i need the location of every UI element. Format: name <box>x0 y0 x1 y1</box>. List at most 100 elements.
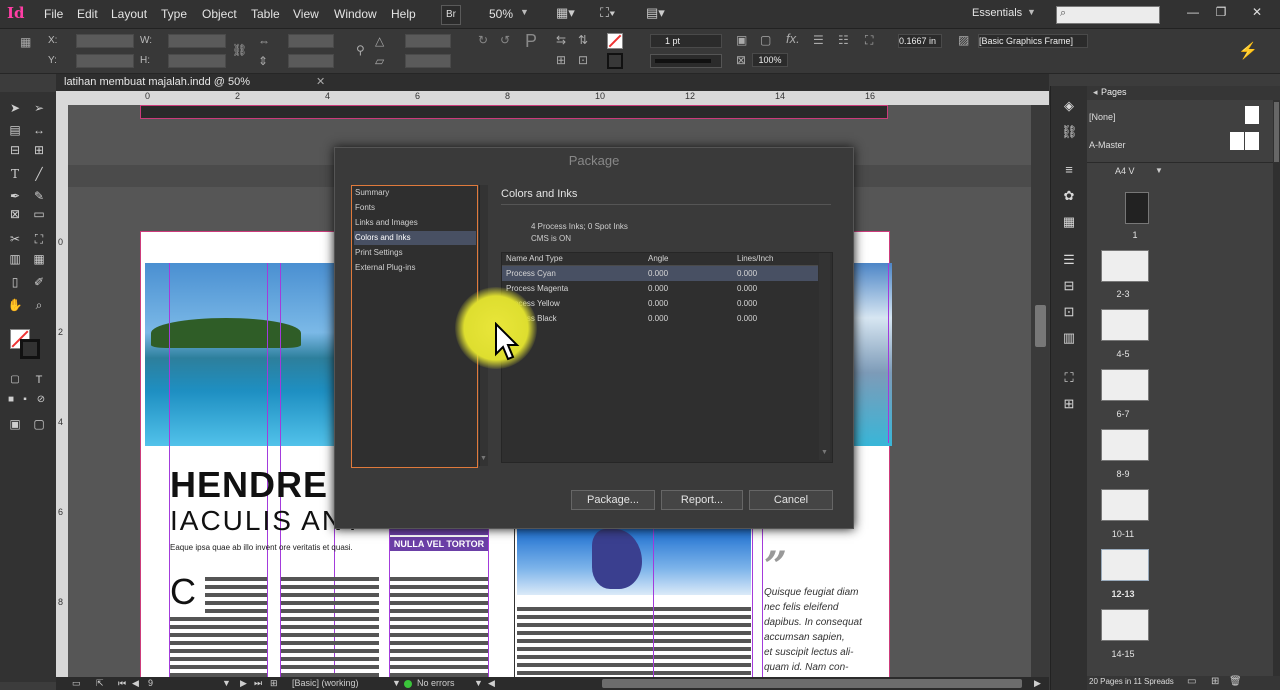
fill-swatch[interactable] <box>607 33 623 49</box>
body-text-column[interactable] <box>517 607 751 677</box>
table-row[interactable]: Process Cyan 0.000 0.000 <box>502 266 818 281</box>
minimize-button[interactable]: — <box>1180 3 1206 21</box>
table-row[interactable]: Process Yellow 0.000 0.000 <box>502 296 818 311</box>
paragraph-styles-icon[interactable]: ☰ <box>1061 252 1077 268</box>
gradient-tool-icon[interactable]: ▥ <box>6 251 24 267</box>
menu-type[interactable]: Type <box>161 7 187 21</box>
rectangle-frame-tool-icon[interactable]: ⊠ <box>6 206 24 222</box>
lightning-icon[interactable]: ⚡ <box>1238 41 1258 61</box>
zoom-tool-icon[interactable]: ⌕ <box>30 297 48 313</box>
menu-file[interactable]: File <box>44 7 63 21</box>
pages-scrollbar[interactable] <box>1273 100 1280 676</box>
distribute-icon[interactable]: ☷ <box>838 33 849 47</box>
line-tool-icon[interactable]: ╱ <box>30 166 48 182</box>
col-angle[interactable]: Angle <box>648 254 668 263</box>
text-wrap-panel-icon[interactable]: ⊡ <box>1061 304 1077 320</box>
reference-point-icon[interactable]: ▦ <box>20 35 31 49</box>
master-a-right-thumb[interactable] <box>1245 132 1259 150</box>
master-page-icon[interactable]: ⊞ <box>270 678 278 689</box>
chevron-down-icon[interactable]: ▼ <box>520 7 529 17</box>
master-a[interactable]: A-Master <box>1089 140 1126 150</box>
preflight-status[interactable]: No errors <box>417 678 455 688</box>
pull-quote[interactable]: Quisque feugiat diam nec felis eleifend … <box>764 585 874 675</box>
menu-help[interactable]: Help <box>391 7 416 21</box>
inks-scrollbar[interactable]: ▼ <box>819 253 830 460</box>
category-print-settings[interactable]: Print Settings <box>354 246 476 260</box>
stroke-color-icon[interactable] <box>20 339 40 359</box>
category-external-plugins[interactable]: External Plug-ins <box>354 261 476 275</box>
direct-selection-tool-icon[interactable]: ➢ <box>30 100 48 116</box>
new-page-icon[interactable]: ⊞ <box>1211 676 1219 687</box>
links-icon[interactable]: ⛓ <box>1061 124 1078 140</box>
effects-icon[interactable]: fx. <box>786 31 800 46</box>
selection-tool-icon[interactable]: ➤ <box>6 100 24 116</box>
open-page-icon[interactable]: ⇱ <box>96 678 104 689</box>
scroll-left-icon[interactable]: ◀ <box>488 678 495 689</box>
formatting-text-icon[interactable]: T <box>30 372 48 388</box>
pen-tool-icon[interactable]: ✒ <box>6 188 24 204</box>
swatches-icon[interactable]: ▦ <box>1061 214 1077 230</box>
type-on-path-icon[interactable]: P <box>525 31 537 52</box>
close-button[interactable]: ✕ <box>1244 3 1270 21</box>
col-name-type[interactable]: Name And Type <box>506 254 563 263</box>
fit-frame-icon[interactable]: ⛶ <box>865 33 873 48</box>
screen-mode-icon[interactable]: ⛶▾ <box>600 5 615 21</box>
master-a-left-thumb[interactable] <box>1230 132 1244 150</box>
scroll-thumb[interactable] <box>1035 305 1046 347</box>
help-search-input[interactable]: ⌕ <box>1056 6 1160 24</box>
rotate-ccw-icon[interactable]: ↺ <box>500 33 510 47</box>
menu-layout[interactable]: Layout <box>111 7 147 21</box>
apply-none-icon[interactable]: ⊘ <box>32 392 50 408</box>
maximize-button[interactable]: ❐ <box>1208 3 1234 21</box>
chevron-down-icon[interactable]: ▼ <box>1027 7 1036 17</box>
island-photo[interactable] <box>145 263 334 446</box>
stroke-type-select[interactable] <box>650 54 722 68</box>
stroke-swatch[interactable] <box>607 53 623 69</box>
category-links-images[interactable]: Links and Images <box>354 216 476 230</box>
menu-object[interactable]: Object <box>202 7 237 21</box>
flip-vertical-icon[interactable]: ⇅ <box>578 33 588 47</box>
object-style-select[interactable]: [Basic Graphics Frame] <box>978 34 1088 48</box>
pages-panel-title[interactable]: Pages <box>1101 87 1127 97</box>
character-styles-icon[interactable]: ⊟ <box>1061 278 1077 294</box>
table-row[interactable]: Process Black 0.000 0.000 <box>502 311 818 326</box>
w-field[interactable] <box>168 34 226 48</box>
body-text-column[interactable] <box>170 617 267 677</box>
table-row[interactable]: Process Magenta 0.000 0.000 <box>502 281 818 296</box>
first-page-icon[interactable]: ⏮ <box>118 678 126 689</box>
bridge-button[interactable]: Br <box>441 5 461 25</box>
layers-icon[interactable]: ◈ <box>1061 98 1077 114</box>
note-tool-icon[interactable]: ▯ <box>6 274 24 290</box>
spread-thumb[interactable] <box>1101 489 1149 521</box>
edit-page-size-icon[interactable]: ▭ <box>1187 676 1196 687</box>
hand-tool-icon[interactable]: ✋ <box>6 297 24 313</box>
close-tab-icon[interactable]: ✕ <box>316 75 325 88</box>
body-text-column[interactable] <box>281 577 379 677</box>
style-status[interactable]: [Basic] (working) <box>292 678 359 688</box>
lock-scale-icon[interactable]: ⚲ <box>356 43 365 57</box>
spread-thumb[interactable] <box>1101 250 1149 282</box>
menu-edit[interactable]: Edit <box>77 7 98 21</box>
y-field[interactable] <box>76 54 134 68</box>
color-icon[interactable]: ✿ <box>1061 188 1077 204</box>
scale-y-field[interactable] <box>288 54 334 68</box>
category-summary[interactable]: Summary <box>354 186 476 200</box>
eyedropper-tool-icon[interactable]: ✐ <box>30 274 48 290</box>
pages-scroll-thumb[interactable] <box>1274 102 1279 162</box>
zoom-level[interactable]: 50% <box>489 7 513 21</box>
package-button[interactable]: Package... <box>571 490 655 510</box>
col-lines-inch[interactable]: Lines/Inch <box>737 254 773 263</box>
vertical-scrollbar[interactable] <box>1031 105 1049 677</box>
screen-mode-tool-icon[interactable]: ▣ <box>6 416 24 432</box>
document-tab[interactable]: latihan membuat majalah.indd @ 50% ✕ <box>56 74 1049 91</box>
corner-options-icon[interactable]: ▢ <box>760 33 771 47</box>
horizontal-scroll-thumb[interactable] <box>602 679 1022 688</box>
x-field[interactable] <box>76 34 134 48</box>
sidebar-box-label[interactable]: NULLA VEL TORTOR <box>390 537 488 551</box>
stroke-weight-field[interactable]: 1 pt <box>650 34 722 48</box>
menu-table[interactable]: Table <box>251 7 280 21</box>
spread-thumb[interactable] <box>1101 609 1149 641</box>
h-field[interactable] <box>168 54 226 68</box>
view-mode-tool-icon[interactable]: ▢ <box>30 416 48 432</box>
page-number[interactable]: 9 <box>148 678 153 688</box>
